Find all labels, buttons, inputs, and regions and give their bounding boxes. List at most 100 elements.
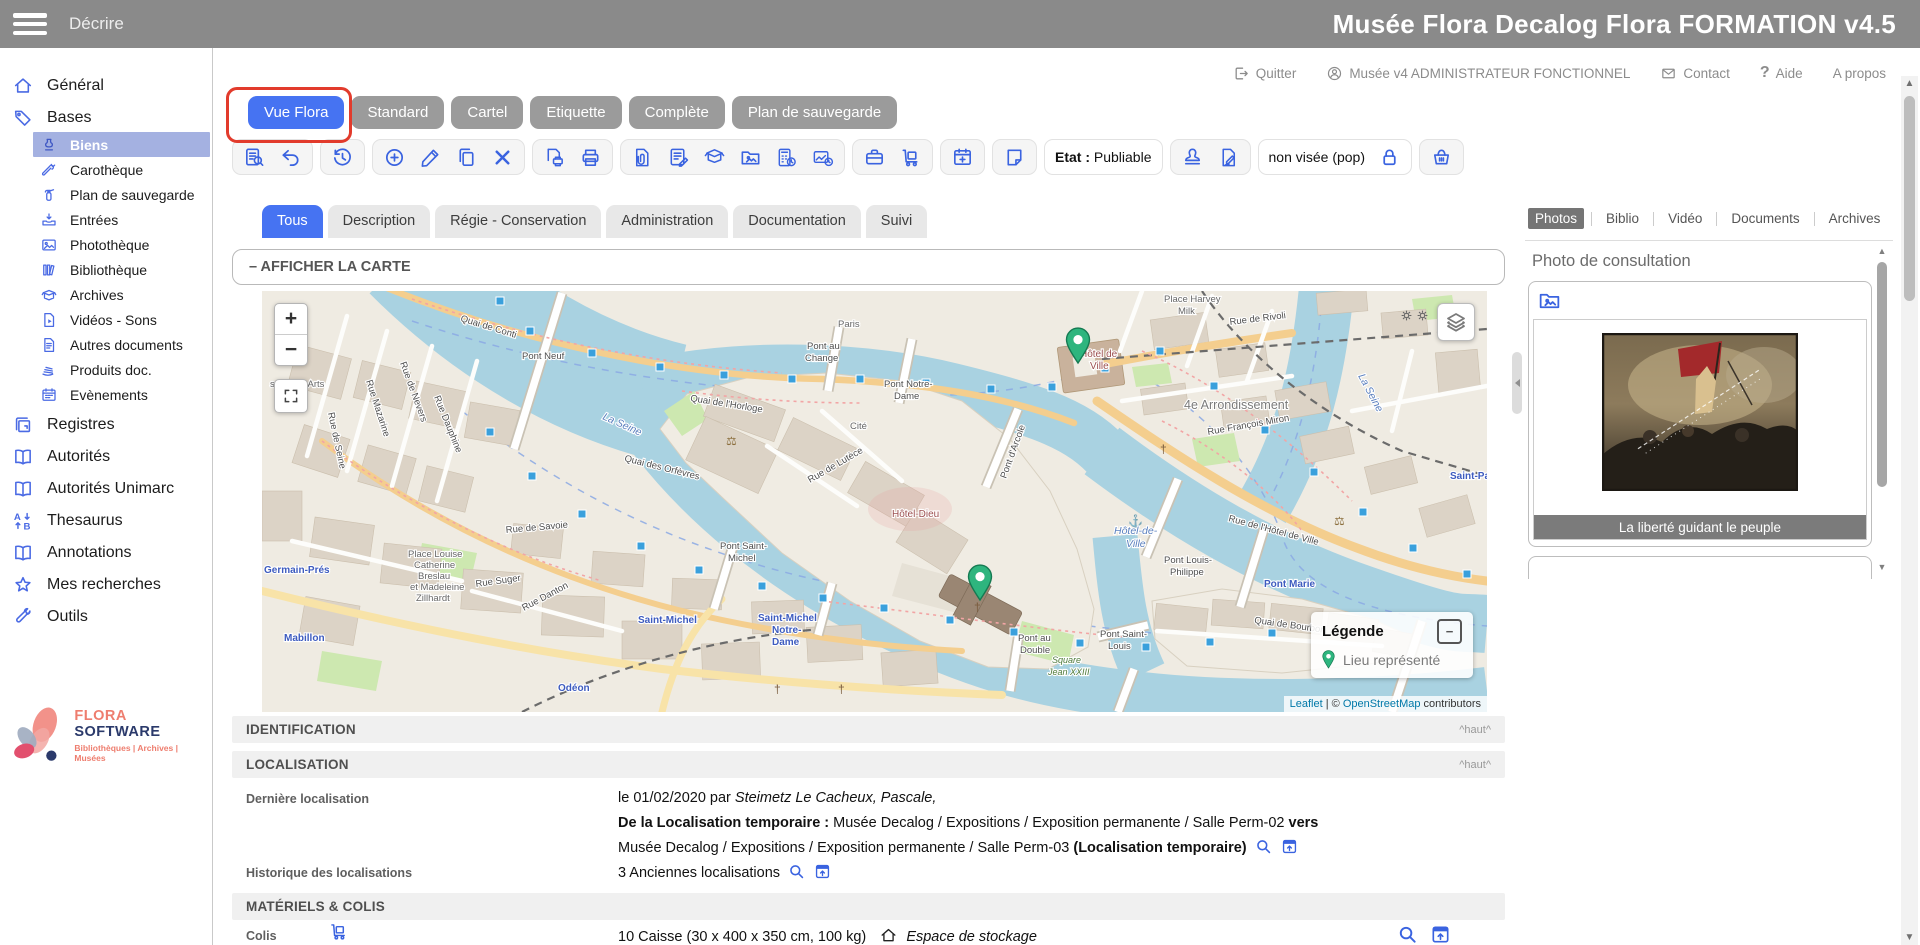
tab-administration[interactable]: Administration	[606, 205, 728, 238]
haut-link[interactable]: ^haut^	[1459, 759, 1491, 771]
polyline-handle[interactable]	[1261, 426, 1269, 434]
map-section-header[interactable]: – AFFICHER LA CARTE	[232, 249, 1505, 285]
edit-record-button[interactable]	[419, 146, 442, 169]
tab-vue-flora[interactable]: Vue Flora	[248, 96, 344, 129]
sidebar-item-autres-documents[interactable]: Autres documents	[0, 332, 212, 357]
history-button[interactable]	[331, 146, 354, 169]
sidebar-item-biens[interactable]: Biens	[33, 132, 210, 157]
sidebar-item-général[interactable]: Général	[0, 71, 212, 100]
quitter-link[interactable]: Quitter	[1233, 65, 1297, 82]
tab-complete[interactable]: Complète	[629, 96, 725, 129]
print-document-button[interactable]	[543, 146, 566, 169]
folder-image-button[interactable]	[739, 146, 762, 169]
sidebar-item-photothèque[interactable]: Photothèque	[0, 232, 212, 257]
polyline-handle[interactable]	[637, 542, 645, 550]
polyline-handle[interactable]	[1076, 639, 1084, 647]
folder-image-icon[interactable]	[1537, 288, 1562, 313]
sidebar-item-entrées[interactable]: Entrées	[0, 207, 212, 232]
page-scroll-thumb[interactable]	[1904, 96, 1915, 301]
tab-documents[interactable]: Documents	[1724, 208, 1806, 229]
polyline-handle[interactable]	[486, 428, 494, 436]
map-marker-lieu-represente[interactable]	[967, 564, 993, 602]
trolley-button[interactable]	[899, 146, 922, 169]
polyline-handle[interactable]	[656, 363, 664, 371]
sidebar-item-bibliothèque[interactable]: Bibliothèque	[0, 257, 212, 282]
polyline-handle[interactable]	[496, 297, 504, 305]
note-button[interactable]	[1003, 146, 1026, 169]
polyline-handle[interactable]	[528, 472, 536, 480]
form-edit-button[interactable]	[667, 146, 690, 169]
polyline-handle[interactable]	[1310, 468, 1318, 476]
panel-scroll-thumb[interactable]	[1877, 262, 1887, 487]
tab-description[interactable]: Description	[328, 205, 431, 238]
polyline-handle[interactable]	[1359, 508, 1367, 516]
polyline-handle[interactable]	[720, 371, 728, 379]
sidebar-item-bases[interactable]: Bases	[0, 103, 212, 132]
sidebar-item-mes-recherches[interactable]: Mes recherches	[0, 570, 212, 599]
polyline-handle[interactable]	[1010, 628, 1018, 636]
search-colis-button[interactable]	[1396, 923, 1419, 945]
calculator-clock-button[interactable]	[775, 146, 798, 169]
polyline-handle[interactable]	[788, 375, 796, 383]
tab-cartel[interactable]: Cartel	[451, 96, 523, 129]
photo-thumbnail[interactable]	[1602, 333, 1798, 491]
contact-link[interactable]: Contact	[1660, 65, 1730, 82]
haut-link[interactable]: ^haut^	[1459, 724, 1491, 736]
briefcase-button[interactable]	[863, 146, 886, 169]
zoom-out-button[interactable]: −	[275, 334, 307, 365]
hamburger-menu-icon[interactable]	[13, 13, 47, 35]
attach-document-button[interactable]	[631, 146, 654, 169]
polyline-handle[interactable]	[1463, 570, 1471, 578]
polyline-handle[interactable]	[1409, 544, 1417, 552]
tab-tous[interactable]: Tous	[262, 205, 323, 238]
panel-collapse-handle[interactable]	[1512, 352, 1522, 414]
apropos-link[interactable]: A propos	[1833, 66, 1886, 81]
sidebar-item-autorités[interactable]: Autorités	[0, 442, 212, 471]
polyline-handle[interactable]	[987, 385, 995, 393]
delete-record-button[interactable]	[491, 146, 514, 169]
document-sign-button[interactable]	[1217, 146, 1240, 169]
tab-plan-de-sauvegarde[interactable]: Plan de sauvegarde	[732, 96, 897, 129]
colis-trolley-icon[interactable]	[328, 921, 349, 942]
sidebar-item-plan-de-sauvegarde[interactable]: Plan de sauvegarde	[0, 182, 212, 207]
search-localisation-button[interactable]	[1254, 837, 1273, 856]
tab-suivi[interactable]: Suivi	[866, 205, 927, 238]
sidebar-item-evènements[interactable]: Evènements	[0, 382, 212, 407]
polyline-handle[interactable]	[946, 616, 954, 624]
osm-link[interactable]: OpenStreetMap	[1343, 698, 1421, 710]
tab-etiquette[interactable]: Etiquette	[530, 96, 621, 129]
undo-button[interactable]	[279, 146, 302, 169]
legend-collapse-button[interactable]: −	[1437, 619, 1462, 644]
calendar-plus-button[interactable]	[951, 146, 974, 169]
sidebar-item-produits-doc-[interactable]: Produits doc.	[0, 357, 212, 382]
polyline-handle[interactable]	[588, 349, 596, 357]
tab-biblio[interactable]: Biblio	[1599, 208, 1646, 229]
open-historique-button[interactable]	[813, 862, 832, 881]
section-materiels-colis[interactable]: MATÉRIELS & COLIS	[232, 893, 1505, 920]
sidebar-item-carothèque[interactable]: Carothèque	[0, 157, 212, 182]
sidebar-item-autorités-unimarc[interactable]: Autorités Unimarc	[0, 474, 212, 503]
map-marker-lieu-represente[interactable]	[1065, 327, 1091, 365]
aide-link[interactable]: ?Aide	[1760, 64, 1803, 82]
sidebar-item-outils[interactable]: Outils	[0, 602, 212, 631]
polyline-handle[interactable]	[856, 375, 864, 383]
polyline-handle[interactable]	[1101, 364, 1109, 372]
polyline-handle[interactable]	[922, 379, 930, 387]
duplicate-record-button[interactable]	[455, 146, 478, 169]
section-localisation[interactable]: LOCALISATION^haut^	[232, 751, 1505, 778]
map-container[interactable]: ⚖ ⚖ ⚓ † † † † La SeineLa SeineHôtel-de-V…	[262, 291, 1487, 712]
polyline-handle[interactable]	[1268, 629, 1276, 637]
polyline-handle[interactable]	[1048, 383, 1056, 391]
fullscreen-button[interactable]	[274, 379, 308, 413]
page-scrollbar[interactable]: ▲ ▼	[1901, 76, 1918, 945]
lock-icon[interactable]	[1378, 146, 1401, 169]
polyline-handle[interactable]	[1156, 347, 1164, 355]
list-search-button[interactable]	[243, 146, 266, 169]
tab-photos[interactable]: Photos	[1528, 208, 1584, 229]
section-identification[interactable]: IDENTIFICATION^haut^	[232, 716, 1505, 743]
tab-video[interactable]: Vidéo	[1661, 208, 1709, 229]
card-clock-button[interactable]	[811, 146, 834, 169]
printer-button[interactable]	[579, 146, 602, 169]
leaflet-link[interactable]: Leaflet	[1290, 698, 1323, 710]
map-settings-icons[interactable]	[1400, 309, 1429, 322]
